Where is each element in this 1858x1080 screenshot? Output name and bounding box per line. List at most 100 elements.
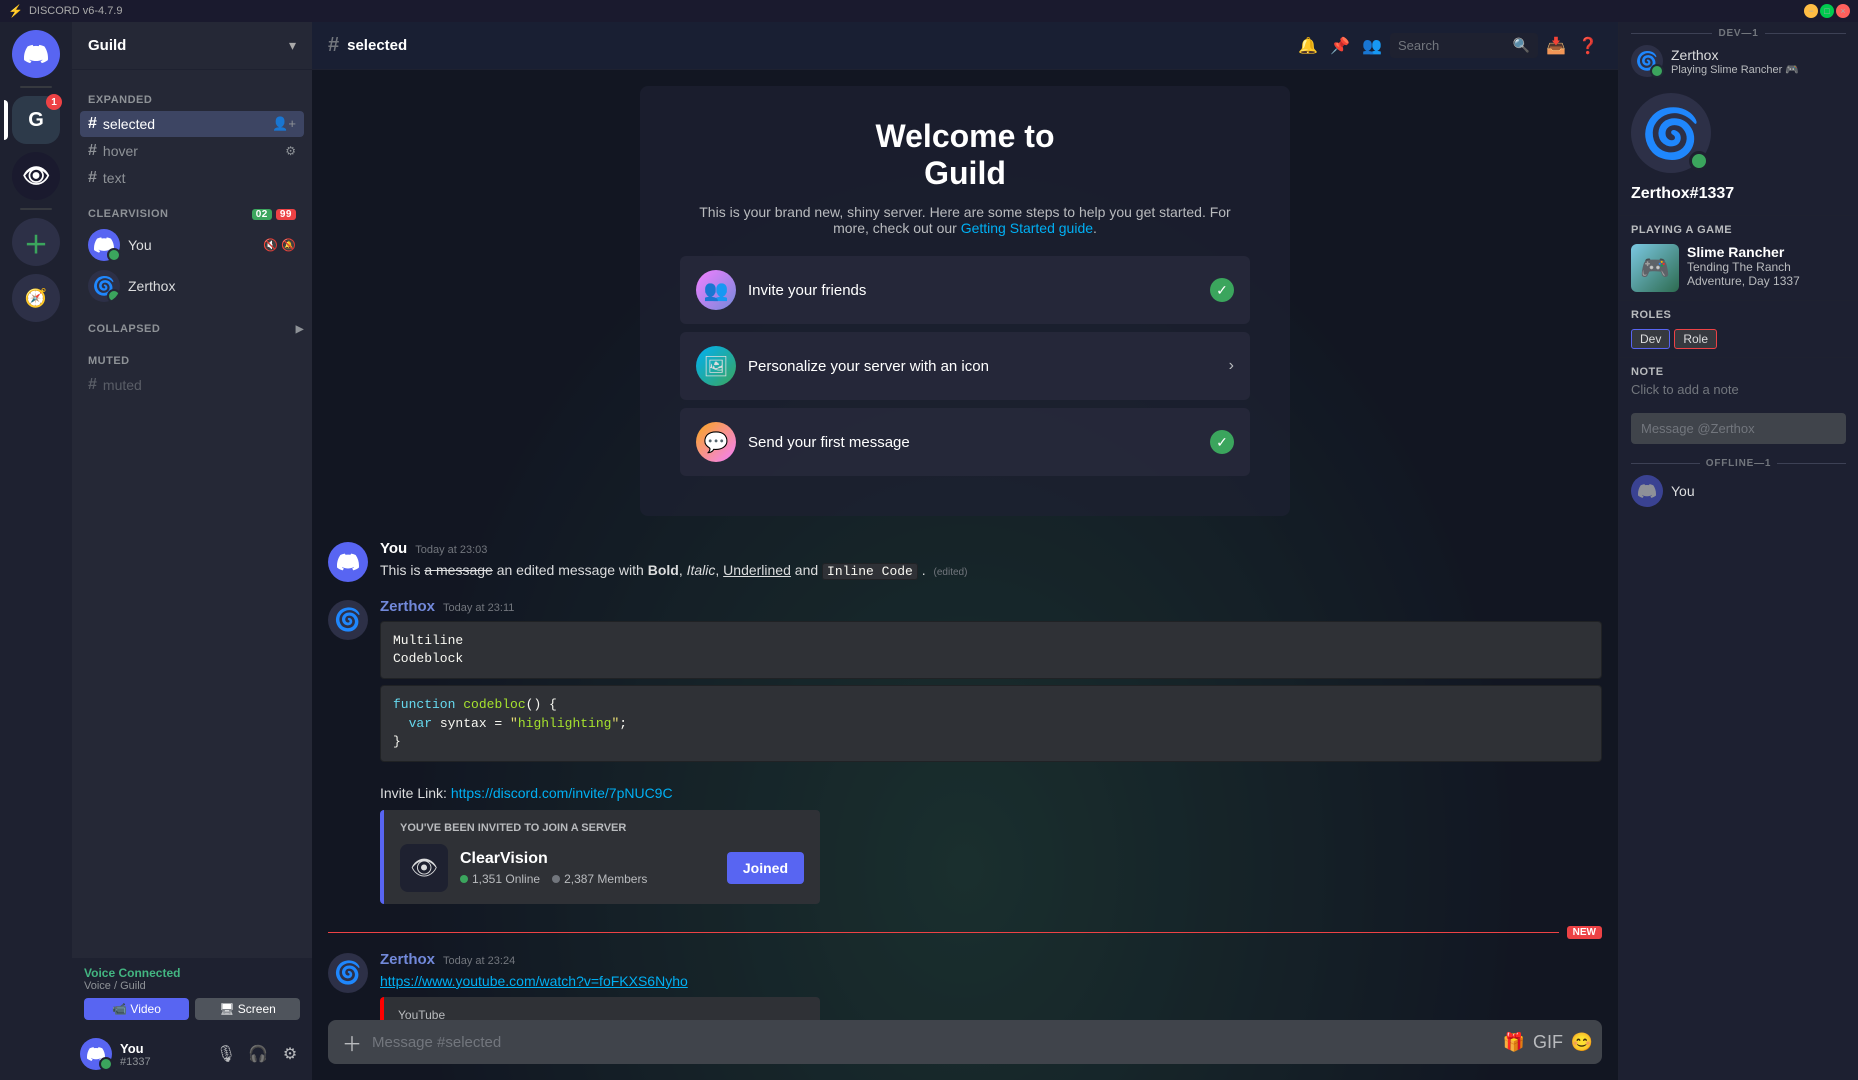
invite-server-name: ClearVision xyxy=(460,850,647,868)
minimize-button[interactable]: − xyxy=(1804,4,1818,18)
clearvision-badge-99: 99 xyxy=(276,209,296,220)
server-icon-guild[interactable]: G 1 xyxy=(12,96,60,144)
msg-content-3: Invite Link: https://discord.com/invite/… xyxy=(380,784,1602,910)
user-name: You xyxy=(120,1041,204,1056)
guild-header[interactable]: Guild ▾ xyxy=(72,22,312,70)
message-input[interactable] xyxy=(372,1022,1494,1063)
deafen-button[interactable]: 🎧 xyxy=(244,1040,272,1068)
you-name: You xyxy=(128,237,152,253)
restore-button[interactable]: □ xyxy=(1820,4,1834,18)
pin-icon[interactable]: 📌 xyxy=(1326,32,1354,60)
messages-area[interactable]: Welcome toGuild This is your brand new, … xyxy=(312,70,1618,1020)
server-icon-discord[interactable] xyxy=(12,30,60,78)
voice-panel: Voice Connected Voice / Guild 📹 Video 🖥 … xyxy=(72,958,312,1028)
settings-icon[interactable]: ⚙ xyxy=(285,144,296,158)
guild-name: Guild xyxy=(88,37,126,54)
channel-item-selected[interactable]: # selected 👤+ xyxy=(80,111,304,137)
zerthox-panel-item[interactable]: 🌀 Zerthox Playing Slime Rancher 🎮 xyxy=(1619,41,1858,81)
new-badge: NEW xyxy=(1567,926,1602,939)
playing-title: PLAYING A GAME xyxy=(1631,224,1846,236)
titlebar-left: ⚡ DISCORD v6-4.7.9 xyxy=(8,4,122,18)
invite-label: Invite your friends xyxy=(748,282,1198,299)
personalize-label: Personalize your server with an icon xyxy=(748,358,1217,375)
voice-connected-label: Voice Connected xyxy=(84,966,300,980)
channel-item-hover[interactable]: # hover ⚙ xyxy=(80,138,304,164)
you-offline-item[interactable]: You xyxy=(1619,471,1858,511)
server-separator xyxy=(20,86,52,88)
msg-author-zerthox[interactable]: Zerthox xyxy=(380,598,435,615)
channel-hash-muted: # xyxy=(88,376,97,394)
roles-section: ROLES Dev Role xyxy=(1619,301,1858,358)
role-dev[interactable]: Dev xyxy=(1631,329,1670,349)
search-input[interactable] xyxy=(1398,38,1507,53)
mute-button[interactable]: 🎙 xyxy=(212,1040,240,1068)
server-icon-eye[interactable]: 👁 xyxy=(12,152,60,200)
online-count: 1,351 Online xyxy=(472,872,540,886)
message-input-wrapper[interactable]: ＋ 🎁 GIF 😊 xyxy=(328,1020,1602,1064)
video-button[interactable]: 📹 Video xyxy=(84,998,189,1020)
setup-invite[interactable]: 👥 Invite your friends ✓ xyxy=(680,256,1250,324)
game-activity: 🎮 Slime Rancher Tending The Ranch Advent… xyxy=(1631,244,1846,292)
msg-author-you[interactable]: You xyxy=(380,540,407,557)
add-server-button[interactable]: ＋ xyxy=(12,218,60,266)
collapse-icon[interactable]: ▶ xyxy=(296,324,304,335)
help-icon[interactable]: ❓ xyxy=(1574,32,1602,60)
note-area: NOTE Click to add a note xyxy=(1619,358,1858,405)
msg-author-zerthox-2[interactable]: Zerthox xyxy=(380,951,435,968)
gift-button[interactable]: 🎁 xyxy=(1498,1026,1530,1058)
invite-link[interactable]: https://discord.com/invite/7pNUC9C xyxy=(451,785,673,801)
channel-name-selected: selected xyxy=(103,116,155,132)
yt-embed: YouTube TomSka asdfmovie10 xyxy=(380,997,820,1020)
msg-timestamp-4: Today at 23:24 xyxy=(443,955,515,967)
channel-name-text: text xyxy=(103,170,126,186)
user-settings-button[interactable]: ⚙ xyxy=(276,1040,304,1068)
attach-button[interactable]: ＋ xyxy=(336,1020,368,1064)
channel-item-muted[interactable]: # muted xyxy=(80,372,304,398)
plus-icon: ＋ xyxy=(24,225,48,260)
mute-icon: 🔇 xyxy=(263,238,278,252)
join-button[interactable]: Joined xyxy=(727,852,804,884)
search-icon: 🔍 xyxy=(1513,37,1530,54)
eye-icon: 👁 xyxy=(22,163,50,189)
new-divider-line xyxy=(328,932,1559,933)
yt-source: YouTube xyxy=(398,1007,806,1020)
close-button[interactable]: × xyxy=(1836,4,1850,18)
members-dot xyxy=(552,875,560,883)
user-area: You #1337 🎙 🎧 ⚙ xyxy=(72,1028,312,1080)
titlebar: ⚡ DISCORD v6-4.7.9 − □ × xyxy=(0,0,1858,22)
getting-started-link[interactable]: Getting Started guide xyxy=(961,220,1093,236)
panel-user-tag: #1337 xyxy=(1690,185,1735,202)
clearvision-badges: 02 99 xyxy=(252,209,296,220)
zerthox-panel-info: Zerthox Playing Slime Rancher 🎮 xyxy=(1671,47,1799,76)
add-members-icon[interactable]: 👤+ xyxy=(272,116,296,132)
inbox-icon[interactable]: 📥 xyxy=(1542,32,1570,60)
search-bar[interactable]: 🔍 xyxy=(1390,33,1538,58)
user-controls: 🎙 🎧 ⚙ xyxy=(212,1040,304,1068)
voice-location: Voice / Guild xyxy=(84,980,300,992)
channel-icons: 👤+ xyxy=(272,116,296,132)
zerthox-msg-avatar-2: 🌀 xyxy=(328,953,368,993)
setup-personalize[interactable]: 🖼 Personalize your server with an icon › xyxy=(680,332,1250,400)
italic-text: Italic xyxy=(687,562,716,578)
gif-button[interactable]: GIF xyxy=(1532,1026,1564,1058)
emoji-button[interactable]: 😊 xyxy=(1566,1026,1598,1058)
setup-message[interactable]: 💬 Send your first message ✓ xyxy=(680,408,1250,476)
youtube-link[interactable]: https://www.youtube.com/watch?v=foFKXS6N… xyxy=(380,973,688,989)
screen-button[interactable]: 🖥 Screen xyxy=(195,998,300,1020)
panel-user-name: Zerthox xyxy=(1631,185,1690,202)
guild-badge: 1 xyxy=(46,94,62,110)
members-icon[interactable]: 👥 xyxy=(1358,32,1386,60)
member-item-you[interactable]: You 🔇 🔕 xyxy=(80,225,304,265)
member-item-zerthox[interactable]: 🌀 Zerthox xyxy=(80,266,304,306)
you-offline-avatar xyxy=(1631,475,1663,507)
role-role[interactable]: Role xyxy=(1674,329,1717,349)
welcome-title: Welcome toGuild xyxy=(680,118,1250,192)
you-avatar xyxy=(88,229,120,261)
notification-icon[interactable]: 🔔 xyxy=(1294,32,1322,60)
user-tag: #1337 xyxy=(120,1056,204,1068)
msg-text-1: This is a message an edited message with… xyxy=(380,561,1602,581)
channel-item-text[interactable]: # text xyxy=(80,165,304,191)
panel-message-input[interactable]: Message @Zerthox xyxy=(1631,413,1846,444)
note-input[interactable]: Click to add a note xyxy=(1631,382,1846,397)
explore-button[interactable]: 🧭 xyxy=(12,274,60,322)
